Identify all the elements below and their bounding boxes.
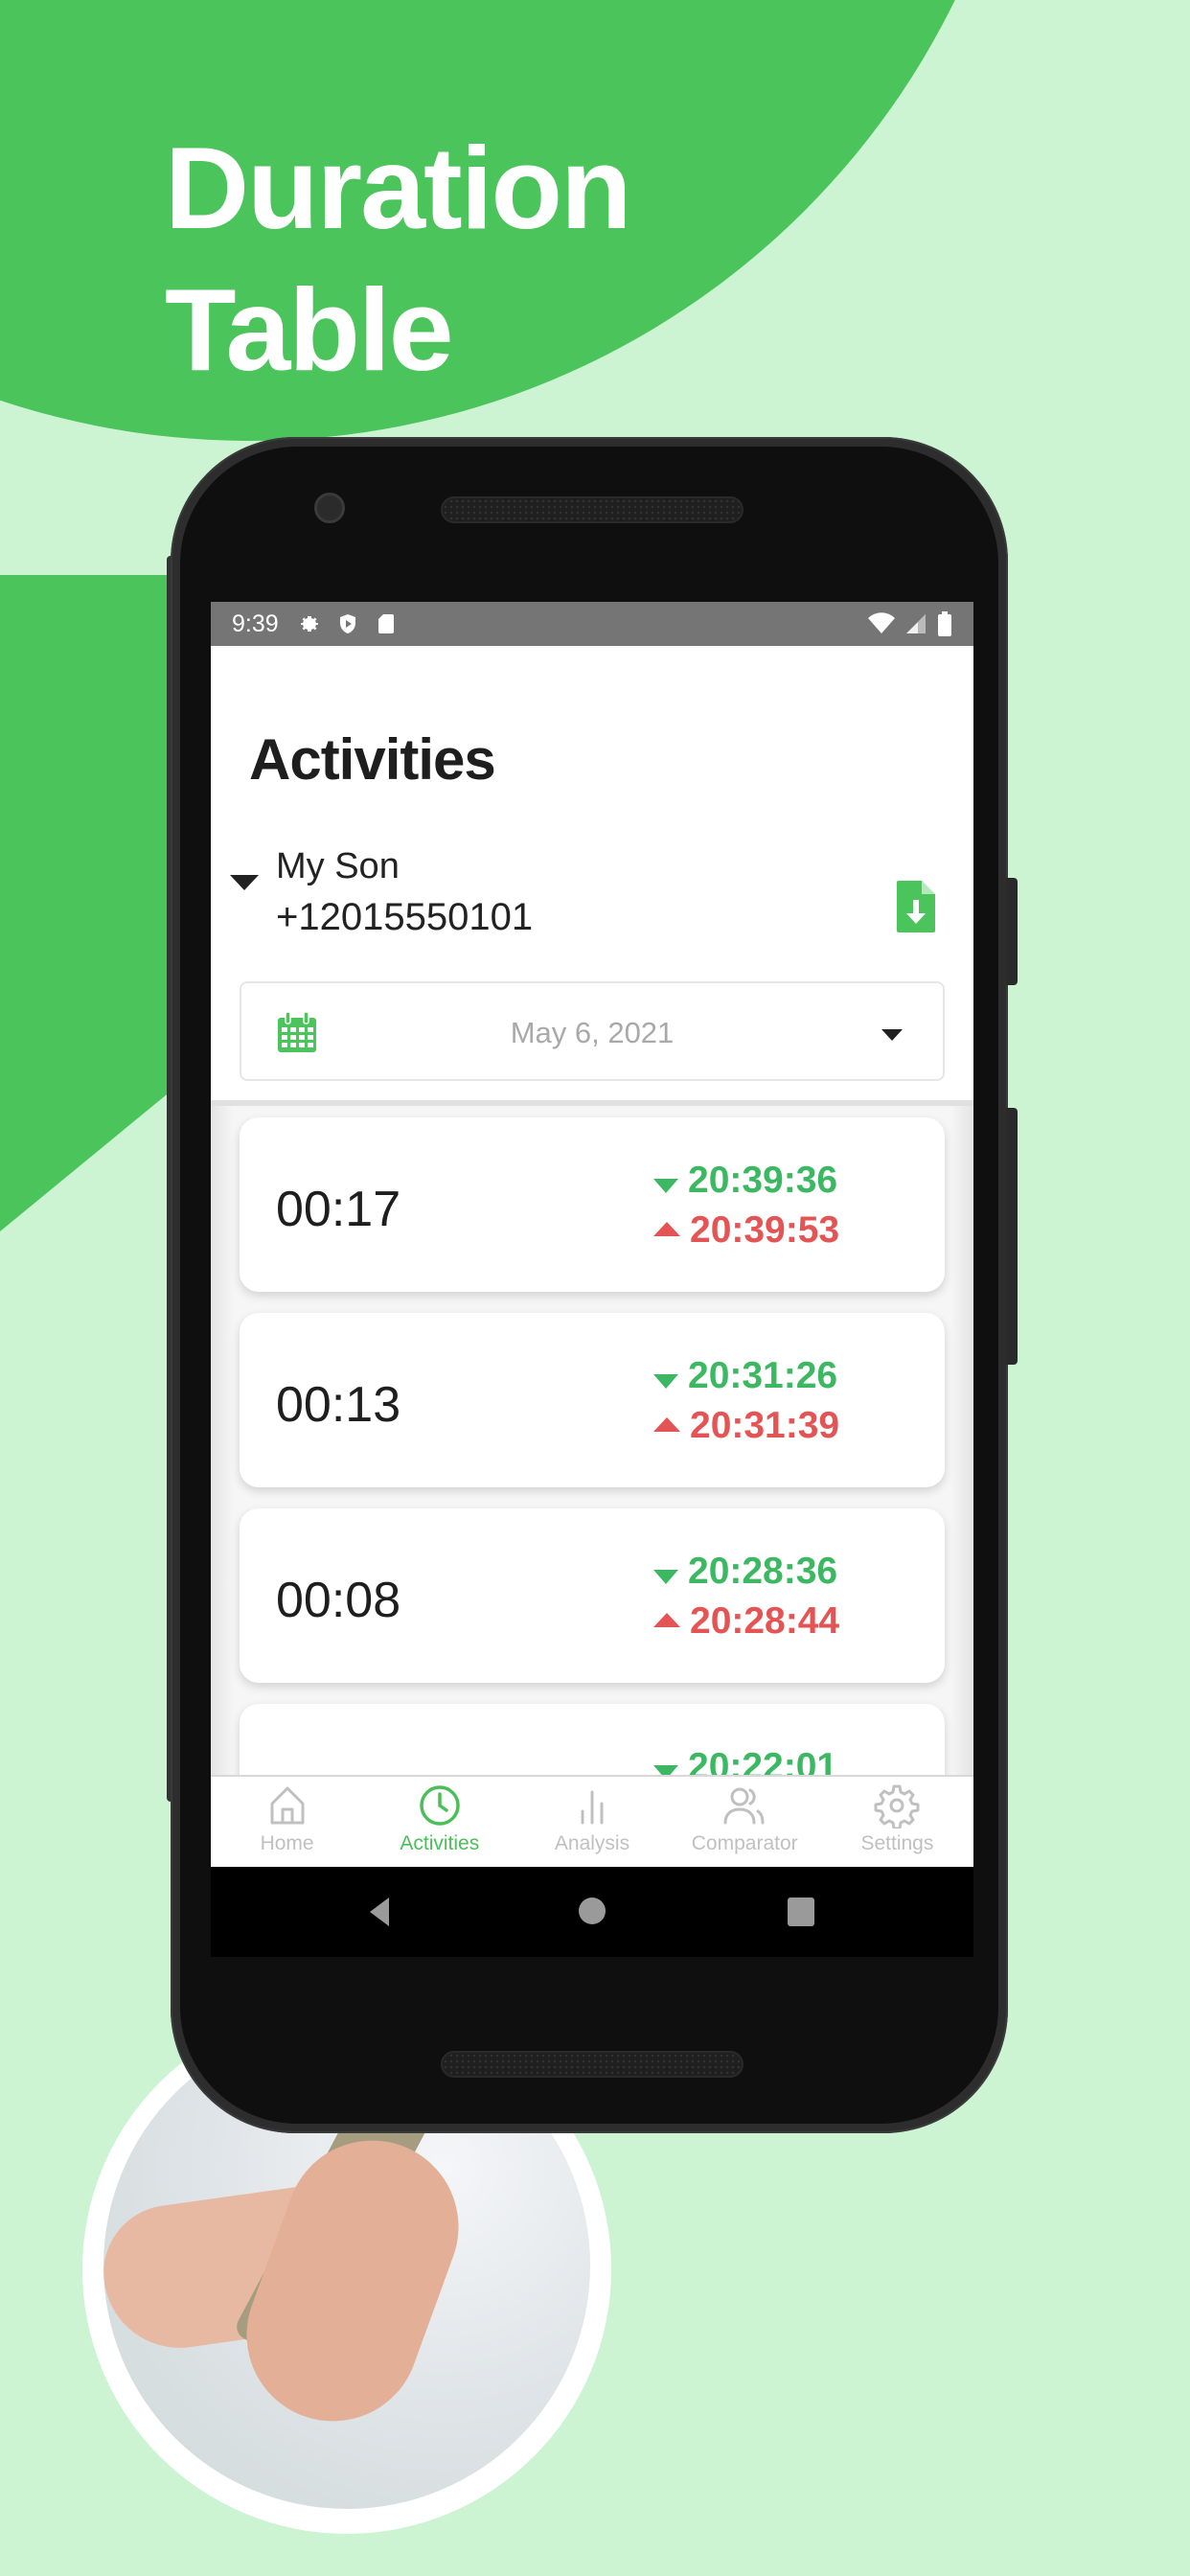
contact-selector[interactable]: My Son +12015550101 [211,846,973,971]
nav-label-activities: Activities [400,1832,480,1854]
activity-duration: 00:13 [276,1377,401,1433]
contact-phone: +12015550101 [276,896,534,938]
arrow-down-icon [653,1569,678,1584]
top-speaker [441,496,744,523]
nav-item-activities[interactable]: Activities [363,1777,515,1867]
users-icon [723,1787,765,1825]
volume-button [1006,1108,1018,1365]
activity-card[interactable]: 00:08 20:28:36 20:28:44 [240,1508,945,1683]
arrow-down-icon [653,1178,678,1193]
arrow-up-icon [653,1221,680,1236]
nav-item-comparator[interactable]: Comparator [669,1777,821,1867]
home-icon [270,1786,305,1825]
home-circle-icon[interactable] [579,1898,606,1924]
gear-icon [874,1784,920,1828]
nav-label-settings: Settings [860,1832,934,1854]
nav-item-home[interactable]: Home [211,1777,363,1867]
date-picker[interactable]: May 6, 2021 [240,981,945,1081]
date-value: May 6, 2021 [510,1016,675,1049]
bar-chart-icon [581,1790,604,1825]
status-bar: 9:39 [211,602,973,646]
app-screen: 9:39 Activities My Son +12015550101 May … [211,602,973,1957]
recents-icon[interactable] [788,1898,814,1926]
power-button [1006,878,1018,985]
arrow-down-icon [653,1373,678,1389]
activity-start-time: 20:39:36 [688,1160,838,1201]
status-time: 9:39 [232,610,279,637]
bottom-speaker [441,2051,744,2078]
bottom-navigation: Home Activities Analysis Comparator Sett… [211,1775,973,1867]
nav-item-analysis[interactable]: Analysis [515,1777,668,1867]
activity-card[interactable]: 00:17 20:39:36 20:39:53 [240,1117,945,1292]
activity-duration: 00:17 [276,1182,401,1237]
nav-label-home: Home [260,1832,314,1854]
sd-card-icon [378,614,394,633]
clock-icon [420,1785,460,1826]
gear-icon [300,616,318,632]
hero-title: Duration Table [165,117,632,401]
hero-title-line2: Table [165,264,454,395]
activity-start-time: 20:28:36 [688,1551,838,1592]
system-navigation-bar [211,1867,973,1957]
activity-end-time: 20:28:44 [690,1600,840,1642]
contact-name: My Son [276,846,400,886]
hand-shape [222,2116,483,2446]
shield-play-icon [339,614,355,633]
nav-item-settings[interactable]: Settings [821,1777,973,1867]
arrow-up-icon [653,1416,680,1432]
nav-label-comparator: Comparator [691,1832,798,1854]
wifi-icon [868,612,895,633]
nav-label-analysis: Analysis [554,1832,630,1854]
file-download-icon[interactable] [897,881,935,932]
front-camera [314,493,345,523]
activity-card[interactable]: 00:13 20:31:26 20:31:39 [240,1313,945,1487]
hero-title-line1: Duration [165,123,632,253]
activity-end-time: 20:31:39 [690,1405,840,1446]
caret-down-icon[interactable] [230,875,259,890]
page-title: Activities [249,727,496,792]
battery-icon [938,611,951,636]
activity-duration: 00:08 [276,1573,401,1628]
caret-down-icon [881,1029,903,1041]
activity-list[interactable]: 00:17 20:39:36 20:39:53 00:13 20:31:26 2… [211,1100,973,1878]
back-icon[interactable] [370,1898,389,1926]
signal-icon [906,614,926,633]
activity-end-time: 20:39:53 [690,1209,840,1251]
activity-start-time: 20:31:26 [688,1355,838,1396]
arrow-up-icon [653,1612,680,1627]
